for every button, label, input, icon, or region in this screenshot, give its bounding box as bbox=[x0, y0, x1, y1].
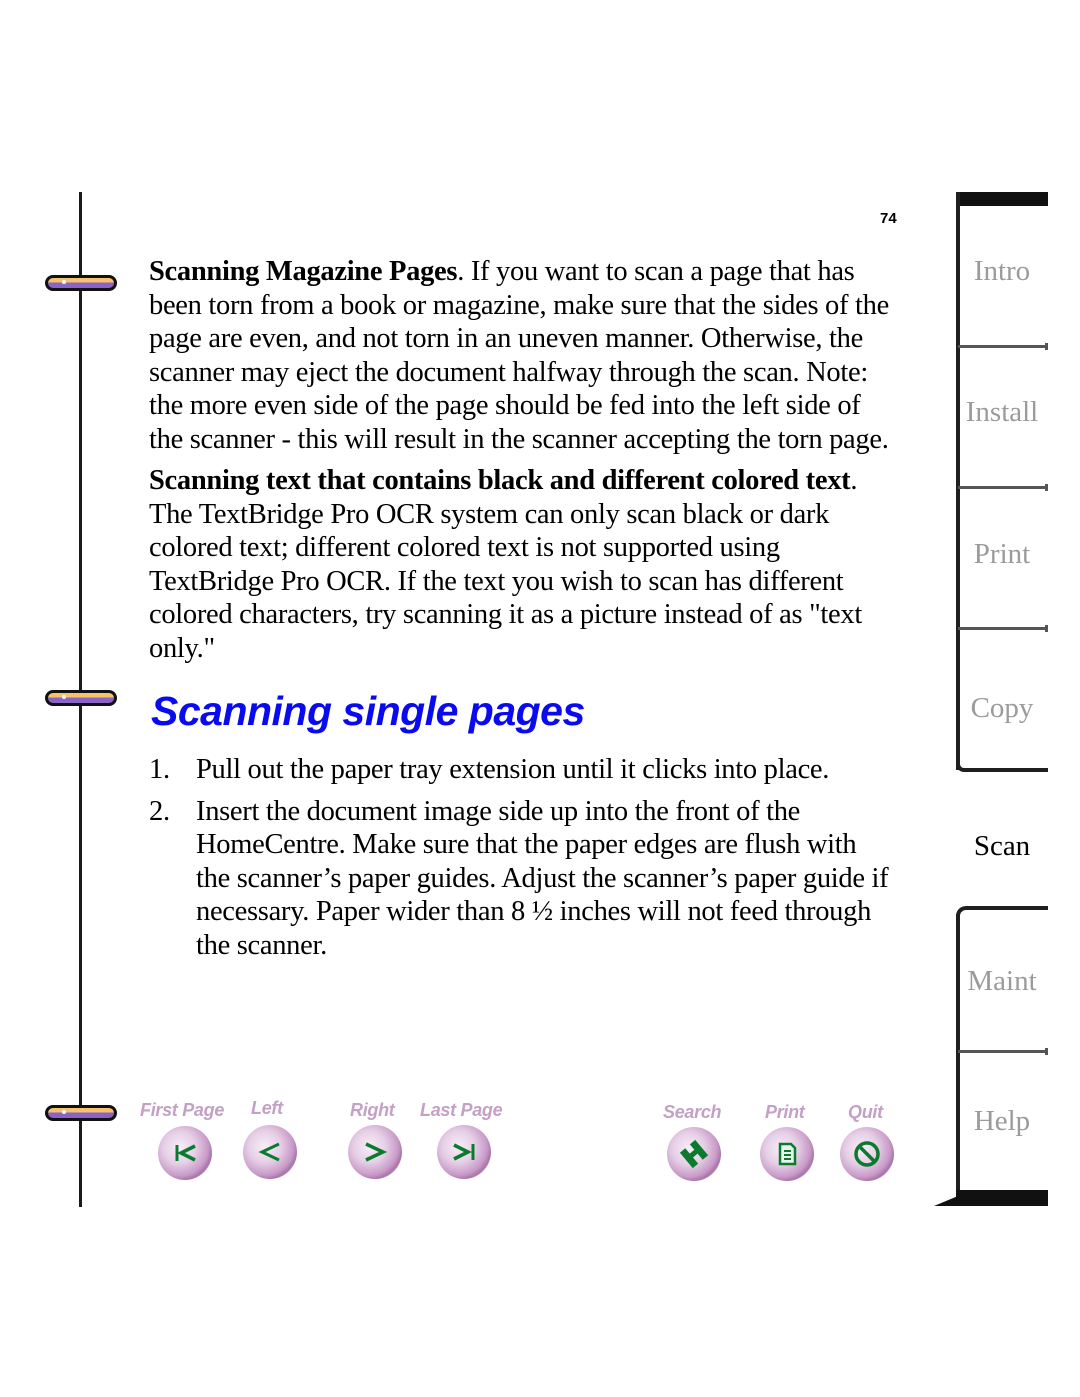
tab-divider bbox=[958, 625, 1048, 632]
first-page-button[interactable]: First Page bbox=[140, 1100, 225, 1180]
tab-border-lower bbox=[956, 914, 960, 1194]
tab-bottom-corner bbox=[934, 1196, 958, 1206]
quit-button[interactable]: Quit bbox=[840, 1102, 894, 1181]
tab-group-bottom bbox=[956, 762, 1048, 772]
last-page-button[interactable]: Last Page bbox=[420, 1100, 503, 1179]
last-page-icon[interactable] bbox=[437, 1125, 491, 1179]
step-item: 2. Insert the document image side up into… bbox=[149, 795, 894, 963]
left-button[interactable]: Left bbox=[243, 1098, 297, 1179]
binder-ring-icon bbox=[45, 690, 117, 706]
tab-top-bar bbox=[956, 192, 1048, 206]
paragraph-magazine-pages: Scanning Magazine Pages. If you want to … bbox=[149, 255, 894, 456]
quit-label: Quit bbox=[848, 1102, 883, 1122]
paragraph-colored-text: Scanning text that contains black and di… bbox=[149, 464, 894, 665]
step-number: 2. bbox=[149, 795, 170, 827]
tab-intro[interactable]: Intro bbox=[956, 255, 1048, 288]
tab-divider bbox=[958, 343, 1048, 350]
tab-maint[interactable]: Maint bbox=[956, 965, 1048, 998]
right-arrow-icon[interactable] bbox=[348, 1125, 402, 1179]
last-page-label: Last Page bbox=[420, 1100, 503, 1120]
step-text: Insert the document image side up into t… bbox=[196, 795, 889, 961]
steps-list: 1. Pull out the paper tray extension unti… bbox=[149, 753, 894, 962]
tab-divider bbox=[958, 484, 1048, 491]
page-number: 74 bbox=[880, 210, 897, 227]
binoculars-icon[interactable] bbox=[667, 1127, 721, 1181]
paragraph-lead: Scanning Magazine Pages bbox=[149, 256, 458, 287]
step-number: 1. bbox=[149, 754, 170, 785]
tab-copy[interactable]: Copy bbox=[956, 692, 1048, 725]
tab-install[interactable]: Install bbox=[956, 396, 1048, 429]
tab-bottom-bar bbox=[956, 1190, 1048, 1206]
tab-divider bbox=[958, 1048, 1048, 1055]
first-page-label: First Page bbox=[140, 1100, 225, 1120]
tab-print[interactable]: Print bbox=[956, 538, 1048, 571]
search-button[interactable]: Search bbox=[663, 1102, 722, 1181]
page-content: Scanning Magazine Pages. If you want to … bbox=[149, 255, 894, 970]
right-label: Right bbox=[350, 1100, 395, 1120]
print-button[interactable]: Print bbox=[760, 1102, 814, 1181]
left-label: Left bbox=[251, 1098, 283, 1118]
no-entry-icon[interactable] bbox=[840, 1127, 894, 1181]
search-label: Search bbox=[663, 1102, 722, 1122]
right-button[interactable]: Right bbox=[348, 1100, 402, 1179]
left-arrow-icon[interactable] bbox=[243, 1125, 297, 1179]
binder-ring-icon bbox=[45, 1105, 117, 1121]
document-icon[interactable] bbox=[760, 1127, 814, 1181]
step-item: 1. Pull out the paper tray extension unti… bbox=[149, 753, 894, 787]
tab-group-top bbox=[956, 906, 1048, 918]
section-heading: Scanning single pages bbox=[151, 688, 585, 734]
first-page-icon[interactable] bbox=[158, 1126, 212, 1180]
print-label: Print bbox=[765, 1102, 805, 1122]
binder-ring-icon bbox=[45, 275, 117, 291]
tab-scan[interactable]: Scan bbox=[956, 830, 1048, 863]
paragraph-lead: Scanning text that contains black and di… bbox=[149, 465, 851, 496]
tab-help[interactable]: Help bbox=[956, 1105, 1048, 1138]
step-text: Pull out the paper tray extension until … bbox=[196, 754, 830, 785]
